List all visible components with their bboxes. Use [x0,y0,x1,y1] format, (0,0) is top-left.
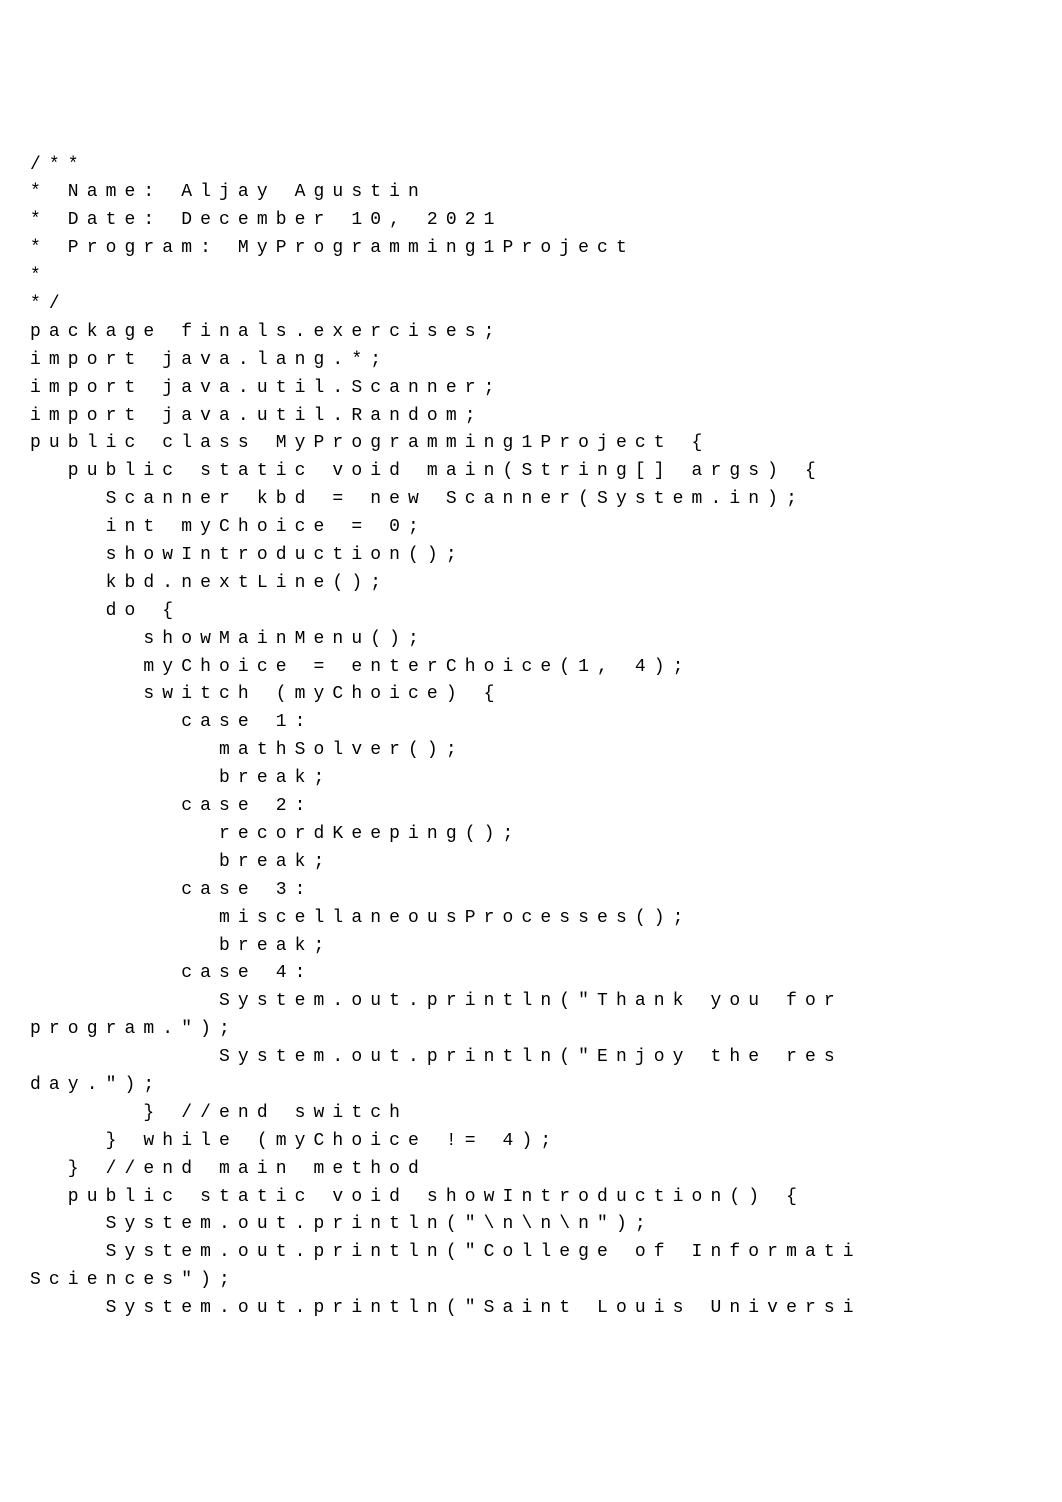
code-line: miscellaneousProcesses(); [30,905,1032,933]
code-line: System.out.println("\n\n\n"); [30,1211,1032,1239]
code-line: Sciences"); [30,1267,1032,1295]
code-line: import java.util.Random; [30,403,1032,431]
code-line: mathSolver(); [30,737,1032,765]
code-line: /** [30,152,1032,180]
code-line: } //end switch [30,1100,1032,1128]
code-line: switch (myChoice) { [30,681,1032,709]
code-line: } while (myChoice != 4); [30,1128,1032,1156]
code-line: public static void showIntroduction() { [30,1184,1032,1212]
code-line: day."); [30,1072,1032,1100]
code-line: * Date: December 10, 2021 [30,207,1032,235]
code-line: kbd.nextLine(); [30,570,1032,598]
code-line: break; [30,933,1032,961]
code-line: import java.util.Scanner; [30,375,1032,403]
code-line: import java.lang.*; [30,347,1032,375]
code-line: System.out.println("Saint Louis Universi [30,1295,1032,1323]
code-line: System.out.println("College of Informati [30,1239,1032,1267]
code-line: break; [30,765,1032,793]
code-line: showIntroduction(); [30,542,1032,570]
code-line: recordKeeping(); [30,821,1032,849]
code-line: case 3: [30,877,1032,905]
code-line: break; [30,849,1032,877]
code-line: int myChoice = 0; [30,514,1032,542]
code-line: package finals.exercises; [30,319,1032,347]
code-line: * Program: MyProgramming1Project [30,235,1032,263]
code-line: public static void main(String[] args) { [30,458,1032,486]
code-line: showMainMenu(); [30,626,1032,654]
code-line: Scanner kbd = new Scanner(System.in); [30,486,1032,514]
code-line: System.out.println("Enjoy the res [30,1044,1032,1072]
code-line: * [30,263,1032,291]
code-document: /*** Name: Aljay Agustin* Date: December… [30,152,1032,1323]
code-line: case 4: [30,960,1032,988]
code-line: do { [30,598,1032,626]
code-line: */ [30,291,1032,319]
code-line: myChoice = enterChoice(1, 4); [30,654,1032,682]
code-line: * Name: Aljay Agustin [30,179,1032,207]
code-line: case 2: [30,793,1032,821]
code-line: case 1: [30,709,1032,737]
code-line: } //end main method [30,1156,1032,1184]
code-line: public class MyProgramming1Project { [30,430,1032,458]
code-line: System.out.println("Thank you for [30,988,1032,1016]
code-line: program."); [30,1016,1032,1044]
